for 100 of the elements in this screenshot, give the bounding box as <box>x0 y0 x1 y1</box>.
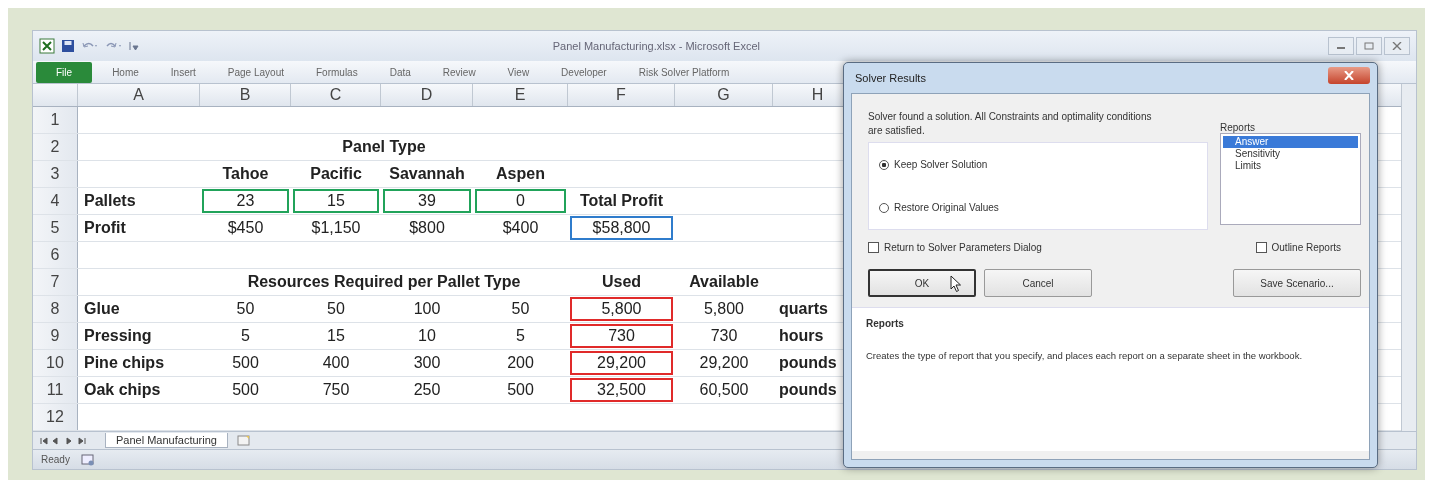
ribbon-tab[interactable]: Page Layout <box>211 66 300 78</box>
table-cell: 32,500 <box>570 378 673 403</box>
reports-list[interactable]: Answer Sensitivity Limits <box>1220 133 1361 225</box>
table-cell: 0 <box>475 189 566 214</box>
table-cell-text: 29,200 <box>698 353 750 374</box>
row-header[interactable]: 8 <box>33 296 78 323</box>
ribbon-tab[interactable]: Review <box>426 66 492 78</box>
status-text: Ready <box>41 454 70 466</box>
row-header[interactable]: 11 <box>33 377 78 404</box>
table-cell-text: Profit <box>83 218 127 239</box>
dialog-button[interactable]: Save Scenario... <box>1233 269 1361 297</box>
row-header[interactable]: 3 <box>33 161 78 188</box>
table-cell-text: 500 <box>231 380 260 401</box>
info-text: Creates the type of report that you specify, and places each report on a separate sheet in the workbook. <box>866 349 1304 363</box>
row-header[interactable]: 1 <box>33 107 78 134</box>
table-cell-text: 50 <box>510 299 531 320</box>
table-cell-text: Savannah <box>388 164 466 185</box>
table-cell-text: Resources Required per Pallet Type <box>246 272 522 293</box>
info-heading: Reports <box>866 318 905 329</box>
table-cell-text: 50 <box>235 299 256 320</box>
ribbon-tab[interactable]: View <box>491 66 546 78</box>
column-header[interactable]: C <box>291 84 381 107</box>
file-tab[interactable]: File <box>36 61 93 83</box>
table-cell-text: Available <box>688 272 760 293</box>
dialog-title: Solver Results <box>854 72 926 84</box>
table-cell: 15 <box>293 189 379 214</box>
table-cell: 730 <box>570 324 673 349</box>
column-header[interactable]: A <box>78 84 200 107</box>
table-cell: 39 <box>383 189 471 214</box>
sheet-tab[interactable]: Panel Manufacturing <box>105 433 228 449</box>
checkbox-option[interactable]: Return to Solver Parameters Dialog <box>868 242 1042 253</box>
radio-option[interactable]: Keep Solver Solution <box>879 159 1207 170</box>
table-cell-text: 250 <box>412 380 442 401</box>
radio-option[interactable]: Restore Original Values <box>879 202 1207 213</box>
table-cell-text: Panel Type <box>341 137 427 158</box>
table-cell-text: 10 <box>417 326 437 347</box>
close-icon <box>1392 41 1402 50</box>
ribbon-tab[interactable]: Insert <box>154 66 212 78</box>
table-cell-text: 500 <box>506 380 535 401</box>
table-cell-text: Pacific <box>309 164 363 185</box>
ribbon-tab[interactable]: Home <box>96 66 155 78</box>
table-cell-text: 5,800 <box>702 299 745 320</box>
table-cell-text: Glue <box>83 299 121 320</box>
column-header[interactable]: E <box>473 84 568 107</box>
row-header[interactable]: 9 <box>33 323 78 350</box>
table-cell-text: 400 <box>321 353 351 374</box>
row-header[interactable]: 4 <box>33 188 78 215</box>
macro-record-icon[interactable] <box>79 452 96 467</box>
row-header[interactable]: 10 <box>33 350 78 377</box>
table-cell-text: Tahoe <box>221 164 270 185</box>
row-header[interactable]: 5 <box>33 215 78 242</box>
mouse-cursor-icon <box>950 275 962 293</box>
column-header[interactable]: D <box>381 84 473 107</box>
dialog-button[interactable]: Cancel <box>984 269 1092 297</box>
row-header[interactable]: 12 <box>33 404 78 431</box>
list-item[interactable]: Limits <box>1223 160 1358 172</box>
table-cell-text: Pallets <box>83 191 137 212</box>
table-cell-text: 300 <box>412 353 442 374</box>
ribbon-tab[interactable]: Formulas <box>300 66 374 78</box>
excel-icon[interactable] <box>39 37 55 54</box>
maximize-icon <box>1364 41 1374 50</box>
table-cell-text: 750 <box>321 380 351 401</box>
table-cell: 29,200 <box>570 351 673 376</box>
save-icon[interactable] <box>61 38 75 53</box>
table-cell: $58,800 <box>570 216 673 241</box>
table-cell-text: Pine chips <box>83 353 166 374</box>
table-cell-text: 50 <box>326 299 346 320</box>
table-cell-text: $450 <box>226 218 265 239</box>
customize-caret-icon[interactable] <box>129 39 139 52</box>
ribbon-tab[interactable]: Data <box>373 66 427 78</box>
table-cell-text: Oak chips <box>83 380 162 401</box>
table-cell-text: pounds <box>778 380 838 401</box>
close-button[interactable] <box>1384 36 1410 55</box>
dialog-button[interactable]: OK <box>868 269 976 297</box>
table-cell-text: 5 <box>240 326 251 347</box>
reports-label: Reports <box>1220 122 1256 133</box>
table-cell-text: $400 <box>501 218 540 239</box>
table-cell-text: 500 <box>231 353 260 374</box>
row-header[interactable]: 2 <box>33 134 78 161</box>
table-cell-text: pounds <box>778 353 838 374</box>
table-cell-text: 100 <box>412 299 442 320</box>
column-header[interactable]: G <box>675 84 773 107</box>
table-cell: 5,800 <box>570 297 673 322</box>
close-button[interactable] <box>1328 66 1370 84</box>
row-header[interactable]: 6 <box>33 242 78 269</box>
vertical-scrollbar[interactable] <box>1401 84 1416 432</box>
checkbox-option[interactable]: Outline Reports <box>1255 242 1341 253</box>
ribbon-tab[interactable]: Risk Solver Platform <box>622 66 746 78</box>
table-cell-text: 60,500 <box>698 380 750 401</box>
table-cell-text: hours <box>778 326 825 347</box>
list-item[interactable]: Sensitivity <box>1223 148 1358 160</box>
column-header[interactable]: F <box>568 84 675 107</box>
row-header[interactable]: 7 <box>33 269 78 296</box>
table-cell-text: Aspen <box>495 164 546 185</box>
ribbon-tab[interactable]: Developer <box>545 66 623 78</box>
column-header[interactable]: B <box>200 84 291 107</box>
minimize-button[interactable] <box>1328 36 1354 55</box>
result-message: Solver found a solution. All Constraints and optimality conditions are satisfied. <box>868 110 1153 138</box>
list-item[interactable]: Answer <box>1223 136 1358 148</box>
window-title: Panel Manufacturing.xlsx - Microsoft Excel <box>551 39 761 52</box>
